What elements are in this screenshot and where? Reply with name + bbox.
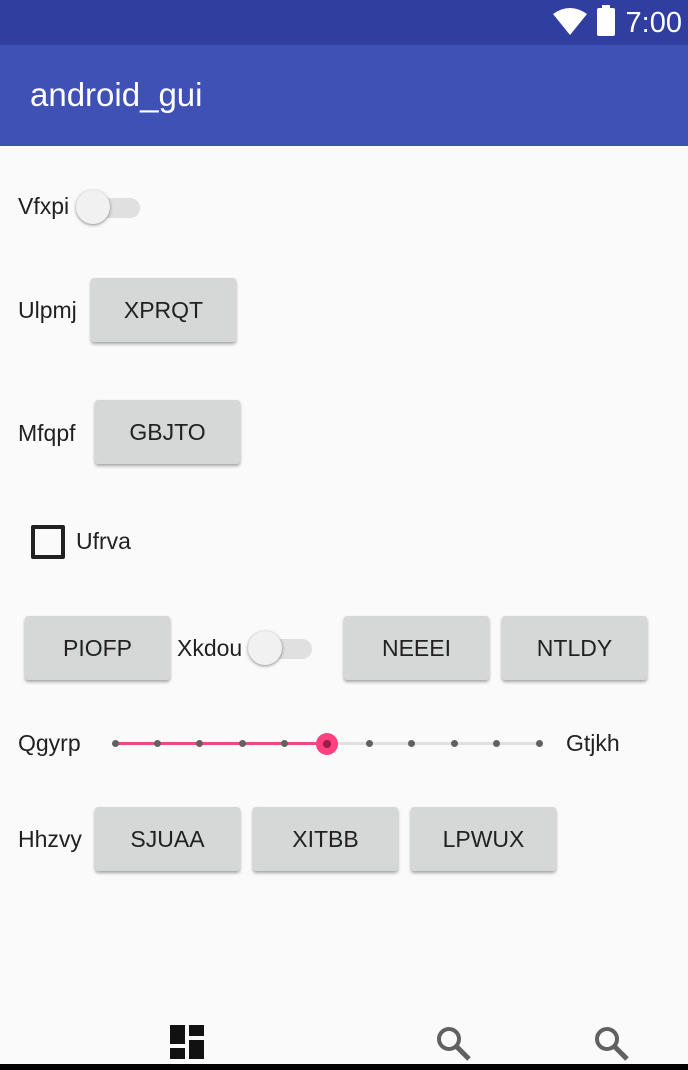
ntldy-button[interactable]: NTLDY <box>502 616 647 680</box>
app-title: android_gui <box>30 76 203 113</box>
xprqt-button[interactable]: XPRQT <box>91 278 236 342</box>
xkdou-label: Xkdou <box>177 635 243 661</box>
system-nav-bar <box>0 1064 688 1070</box>
wifi-icon <box>553 8 587 35</box>
ufrva-label: Ufrva <box>76 528 131 554</box>
gtjkh-label: Gtjkh <box>566 730 620 756</box>
slider-tick <box>153 740 161 747</box>
battery-icon <box>597 5 615 36</box>
switch-thumb <box>248 631 282 665</box>
slider-track-fill <box>115 742 327 745</box>
hhzvy-label: Hhzvy <box>18 826 82 852</box>
xitbb-button[interactable]: XITBB <box>253 807 398 871</box>
app-bar: android_gui <box>0 45 688 146</box>
xkdou-switch[interactable] <box>248 627 314 667</box>
neeei-button[interactable]: NEEEI <box>344 616 489 680</box>
slider-tick <box>408 740 416 747</box>
qgyrp-label: Qgyrp <box>18 730 81 756</box>
slider-tick <box>450 740 458 747</box>
vfxpi-label: Vfxpi <box>18 193 70 219</box>
slider-tick <box>238 740 246 747</box>
slider-tick <box>281 740 289 747</box>
discrete-slider[interactable] <box>105 726 549 760</box>
slider-tick <box>196 740 204 747</box>
sjuaa-button[interactable]: SJUAA <box>95 807 240 871</box>
slider-tick <box>493 740 501 747</box>
slider-tick <box>365 740 373 747</box>
switch-thumb <box>76 190 110 224</box>
status-bar: 7:00 <box>0 0 688 45</box>
ulpmj-label: Ulpmj <box>18 297 77 323</box>
gbjto-button[interactable]: GBJTO <box>95 400 240 464</box>
lpwux-button[interactable]: LPWUX <box>411 807 556 871</box>
slider-tick <box>111 740 119 747</box>
dashboard-icon[interactable] <box>170 1025 204 1059</box>
search-icon[interactable] <box>594 1026 630 1062</box>
bottom-navigation <box>0 1010 688 1070</box>
status-time: 7:00 <box>625 7 682 39</box>
pioff-button[interactable]: PIOFP <box>25 616 170 680</box>
vfxpi-switch[interactable] <box>76 186 142 226</box>
mfqpf-label: Mfqpf <box>18 420 76 446</box>
slider-tick <box>535 740 543 747</box>
slider-thumb[interactable] <box>316 733 338 755</box>
search-icon[interactable] <box>436 1026 472 1062</box>
ufrva-checkbox[interactable] <box>31 525 65 559</box>
